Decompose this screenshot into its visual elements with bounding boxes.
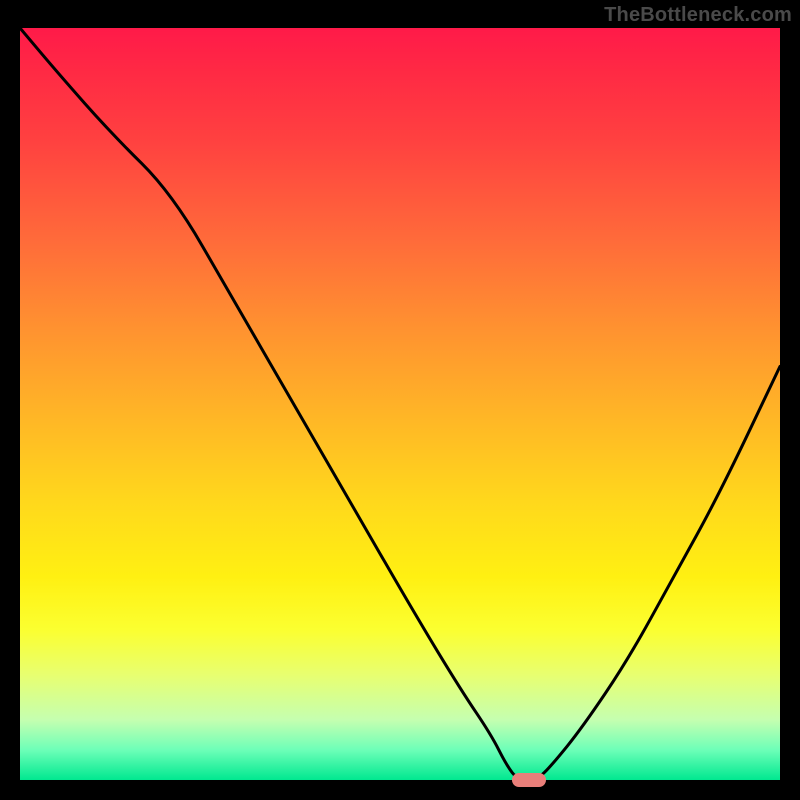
plot-area (20, 28, 780, 780)
bottleneck-marker (512, 773, 546, 787)
chart-frame: TheBottleneck.com (0, 0, 800, 800)
watermark-text: TheBottleneck.com (604, 4, 792, 27)
line-chart-svg (20, 28, 780, 780)
chart-line (20, 28, 780, 780)
